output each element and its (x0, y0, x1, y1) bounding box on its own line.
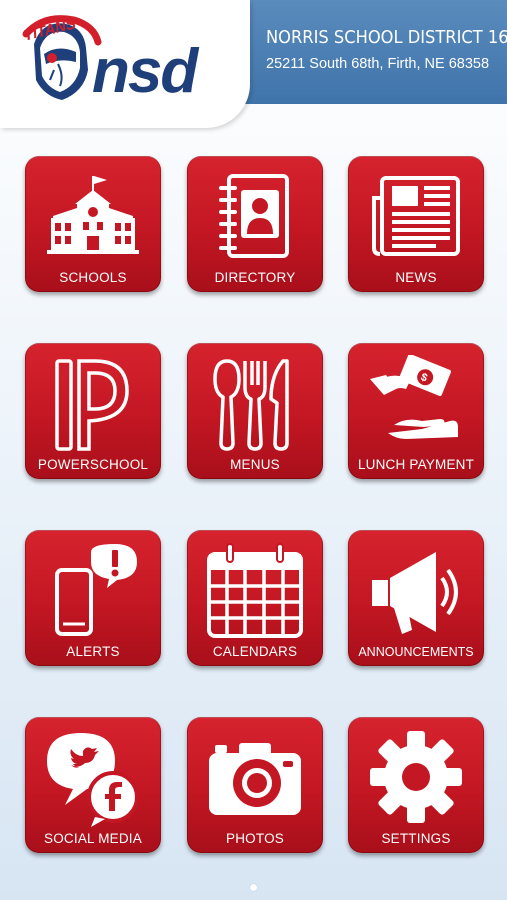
tile-label: SOCIAL MEDIA (44, 831, 142, 846)
news-tile[interactable]: NEWS (348, 156, 484, 292)
district-name: NORRIS SCHOOL DISTRICT 160 (266, 28, 507, 48)
tile-label: PHOTOS (226, 831, 284, 846)
nsd-logo: TITANS nsd (22, 15, 201, 106)
tile-label: ANNOUNCEMENTS (358, 645, 474, 659)
photos-tile[interactable]: PHOTOS (187, 717, 323, 853)
logo-panel: TITANS nsd (0, 0, 250, 128)
nsd-logo-text: nsd (92, 37, 199, 106)
address-book-icon (219, 174, 289, 258)
tile-label: CALENDARS (212, 644, 298, 659)
social-media-tile[interactable]: SOCIAL MEDIA (25, 717, 161, 853)
gear-icon (370, 731, 462, 823)
powerschool-tile[interactable]: POWERSCHOOL (25, 343, 161, 479)
tile-label: LUNCH PAYMENT (357, 457, 475, 472)
lunch-payment-tile[interactable]: $ LUNCH PAYMENT (348, 343, 484, 479)
camera-icon (209, 743, 301, 815)
district-info: NORRIS SCHOOL DISTRICT 160 25211 South 6… (266, 28, 507, 72)
menus-tile[interactable]: MENUS (187, 343, 323, 479)
school-building-icon (47, 176, 139, 254)
social-bubbles-icon (47, 733, 139, 827)
calendar-icon (207, 543, 303, 638)
powerschool-p-icon (55, 359, 129, 451)
money-hand-icon: $ (370, 355, 458, 439)
schools-tile[interactable]: SCHOOLS (25, 156, 161, 292)
district-address: 25211 South 68th, Firth, NE 68358 (266, 56, 490, 72)
tile-grid: SCHOOLS DIRECTORY NEWS POWERSCHOOL MENUS… (25, 156, 485, 856)
tile-label: SETTINGS (381, 831, 451, 846)
announcements-tile[interactable]: ANNOUNCEMENTS (348, 530, 484, 666)
calendars-tile[interactable]: CALENDARS (187, 530, 323, 666)
tile-label: POWERSCHOOL (37, 457, 149, 472)
alerts-tile[interactable]: ALERTS (25, 530, 161, 666)
directory-tile[interactable]: DIRECTORY (187, 156, 323, 292)
tile-label: SCHOOLS (59, 270, 127, 285)
tile-label: DIRECTORY (214, 270, 296, 285)
tile-label: MENUS (230, 457, 280, 472)
page-indicator-dot[interactable] (250, 884, 257, 891)
phone-alert-icon (55, 544, 137, 636)
newspaper-icon (372, 176, 460, 256)
utensils-icon (213, 359, 289, 451)
tile-label: NEWS (395, 270, 437, 285)
tile-label: ALERTS (66, 644, 120, 659)
app-header: TITANS nsd NORRIS SCHOOL DISTRICT 160 25… (0, 0, 507, 128)
megaphone-icon (372, 552, 458, 634)
settings-tile[interactable]: SETTINGS (348, 717, 484, 853)
